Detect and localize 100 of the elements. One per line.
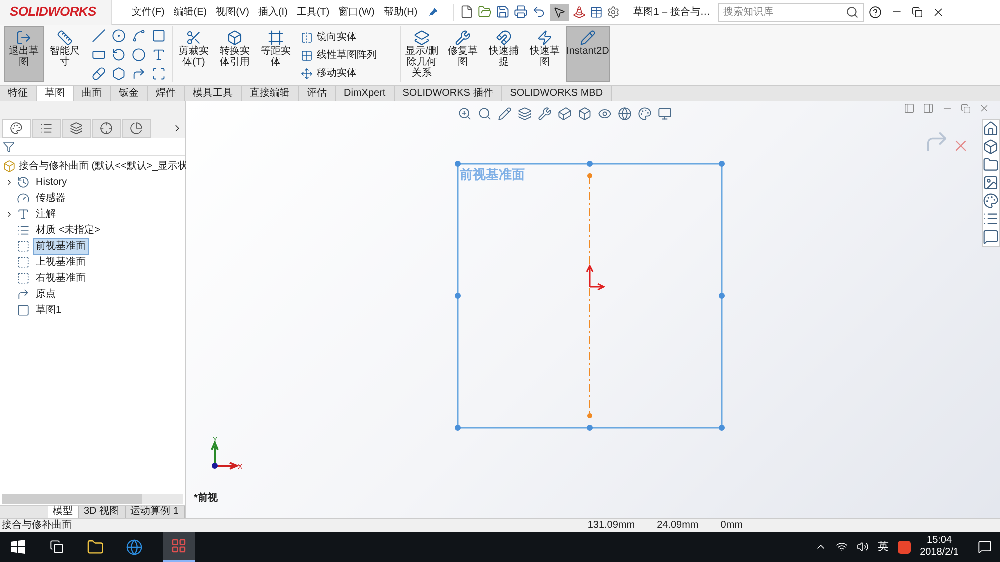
ribbon-button[interactable]: 转换实体引用	[215, 26, 255, 82]
sketch-point[interactable]	[455, 161, 461, 167]
menu-item[interactable]: 视图(V)	[216, 4, 250, 20]
ribbon-button[interactable]: 剪裁实体(T)	[174, 26, 214, 82]
wrench-icon[interactable]	[538, 107, 552, 121]
folder-icon[interactable]	[983, 157, 999, 173]
ribbon-button[interactable]: 等距实体	[256, 26, 296, 82]
new-file-icon[interactable]	[460, 5, 474, 19]
menu-item[interactable]: 插入(I)	[258, 4, 288, 20]
command-tab[interactable]: 钣金	[111, 86, 148, 101]
ribbon-command[interactable]: 线性草图阵列	[301, 48, 396, 63]
home-icon[interactable]	[983, 121, 999, 137]
clock-date[interactable]: 2018/2/1	[920, 547, 959, 559]
scene-icon[interactable]	[618, 107, 632, 121]
zoom-area-icon[interactable]	[478, 107, 492, 121]
display-style-icon[interactable]	[578, 107, 592, 121]
tree-item[interactable]: 原点	[33, 286, 59, 302]
command-tab[interactable]: 评估	[299, 86, 336, 101]
ribbon-button[interactable]: 快速捕捉	[484, 26, 524, 82]
input-method-indicator[interactable]: 英	[878, 538, 890, 556]
menu-item[interactable]: 工具(T)	[296, 4, 330, 20]
undo-icon[interactable]	[532, 5, 546, 19]
open-folder-icon[interactable]	[478, 5, 492, 19]
app-taskbar-button[interactable]	[163, 532, 195, 562]
circle-icon[interactable]	[112, 29, 126, 43]
pin-icon[interactable]	[428, 6, 439, 18]
restore-icon[interactable]	[912, 6, 924, 18]
command-tab[interactable]: DimXpert	[336, 86, 395, 101]
ribbon-button[interactable]: 智能尺寸	[45, 26, 85, 82]
ribbon-button[interactable]: 修复草图	[443, 26, 483, 82]
horizontal-scrollbar[interactable]	[2, 494, 183, 504]
tree-item[interactable]: 注解	[33, 206, 59, 222]
clock-time[interactable]: 15:04	[927, 535, 952, 547]
text-icon[interactable]	[152, 48, 166, 62]
view-tab[interactable]: 3D 视图	[79, 506, 126, 518]
sketch-point[interactable]	[587, 425, 593, 431]
eye-icon[interactable]	[598, 107, 612, 121]
search-field[interactable]: 搜索知识库	[718, 2, 864, 22]
sketch-point[interactable]	[455, 425, 461, 431]
ribbon-button[interactable]: Instant2D	[566, 26, 610, 82]
save-icon[interactable]	[496, 5, 510, 19]
menu-item[interactable]: 帮助(H)	[384, 4, 418, 20]
task-view-icon[interactable]	[50, 540, 64, 554]
view-tab[interactable]: 模型	[48, 506, 79, 518]
polygon-icon[interactable]	[112, 67, 126, 81]
panel-tab[interactable]	[32, 119, 61, 138]
notification-icon[interactable]	[978, 540, 992, 554]
appearance-icon[interactable]	[638, 107, 652, 121]
tree-item[interactable]: 右视基准面	[33, 270, 89, 286]
command-tab[interactable]: SOLIDWORKS 插件	[394, 86, 502, 101]
zoom-icon[interactable]	[458, 107, 472, 121]
command-tab[interactable]: 焊件	[148, 86, 185, 101]
panel-right-icon[interactable]	[923, 103, 934, 114]
panel-tab[interactable]	[122, 119, 151, 138]
sketch-point[interactable]	[587, 161, 593, 167]
sogou-icon[interactable]	[898, 540, 912, 554]
select-tool-button[interactable]	[550, 4, 569, 20]
image-icon[interactable]	[983, 175, 999, 191]
panel-tab[interactable]	[92, 119, 121, 138]
monitor-icon[interactable]	[658, 107, 672, 121]
command-tab[interactable]: 直接编辑	[242, 86, 299, 101]
tree-item[interactable]: 前视基准面	[33, 238, 89, 254]
command-tab[interactable]: 草图	[37, 86, 74, 101]
menu-item[interactable]: 编辑(E)	[174, 4, 208, 20]
filter-icon[interactable]	[3, 140, 15, 152]
command-tab[interactable]: 曲面	[74, 86, 111, 101]
panel-tab[interactable]	[62, 119, 91, 138]
ribbon-command[interactable]: 移动实体	[301, 66, 396, 81]
square-icon[interactable]	[152, 29, 166, 43]
appearance-icon[interactable]	[983, 193, 999, 209]
tree-item[interactable]: 草图1	[33, 302, 65, 318]
panel-tab[interactable]	[2, 119, 31, 138]
arc-icon[interactable]	[112, 48, 126, 62]
ribbon-button[interactable]: 快速草图	[525, 26, 565, 82]
windows-logo-icon[interactable]	[11, 540, 25, 554]
ribbon-command[interactable]: 镜向实体	[301, 30, 396, 45]
file-explorer-icon[interactable]	[87, 538, 104, 556]
tree-item[interactable]: 传感器	[33, 190, 69, 206]
section-view-icon[interactable]	[518, 107, 532, 121]
menu-item[interactable]: 文件(F)	[132, 4, 165, 20]
chat-icon[interactable]	[983, 229, 999, 245]
spline-icon[interactable]	[132, 29, 146, 43]
print-icon[interactable]	[514, 5, 528, 19]
command-tab[interactable]: SOLIDWORKS MBD	[502, 86, 612, 101]
slot-icon[interactable]	[92, 67, 106, 81]
line-icon[interactable]	[92, 29, 106, 43]
pencil-icon[interactable]	[498, 107, 512, 121]
sketch-point[interactable]	[719, 425, 725, 431]
tree-item[interactable]: 材质 <未指定>	[33, 222, 104, 238]
command-tab[interactable]: 特征	[0, 86, 37, 101]
help-icon[interactable]	[869, 6, 882, 18]
rectangle-icon[interactable]	[92, 48, 106, 62]
fillet-icon[interactable]	[132, 67, 146, 81]
view-orientation-icon[interactable]	[558, 107, 572, 121]
part-icon[interactable]	[983, 139, 999, 155]
ellipse-icon[interactable]	[132, 48, 146, 62]
view-tab[interactable]: 运动算例 1	[126, 506, 185, 518]
speaker-icon[interactable]	[857, 541, 870, 553]
sketch-point[interactable]	[719, 293, 725, 299]
browser-icon[interactable]	[126, 538, 143, 556]
